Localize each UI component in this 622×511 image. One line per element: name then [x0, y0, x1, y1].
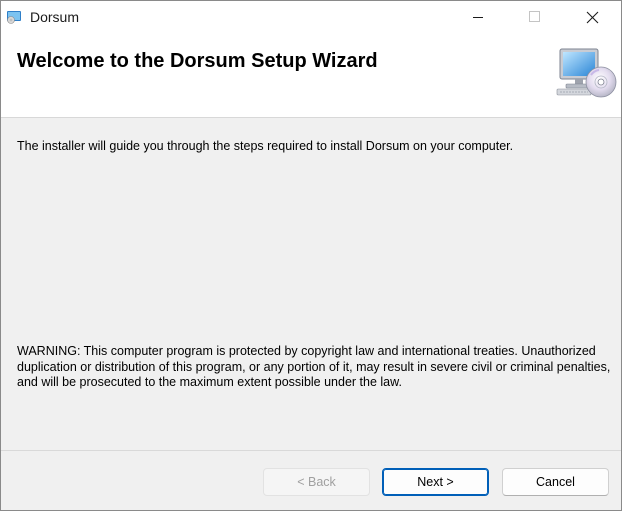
- window-title: Dorsum: [30, 9, 80, 25]
- title-bar[interactable]: Dorsum: [1, 1, 621, 33]
- computer-with-disc-icon: [553, 45, 619, 103]
- back-button: < Back: [263, 468, 370, 496]
- setup-wizard-window: Dorsum Welcome to the Dorsum Setup Wizar…: [0, 0, 622, 511]
- maximize-icon: [529, 11, 540, 22]
- cancel-button[interactable]: Cancel: [502, 468, 609, 496]
- maximize-button: [511, 1, 557, 33]
- intro-text: The installer will guide you through the…: [17, 139, 514, 153]
- wizard-header: Welcome to the Dorsum Setup Wizard: [1, 33, 621, 118]
- app-icon: [6, 9, 22, 25]
- close-icon: [586, 11, 599, 24]
- next-button[interactable]: Next >: [382, 468, 489, 496]
- page-title: Welcome to the Dorsum Setup Wizard: [17, 50, 378, 72]
- footer-divider: [1, 450, 621, 451]
- close-button[interactable]: [567, 1, 613, 33]
- minimize-button[interactable]: [455, 1, 501, 33]
- copyright-warning: WARNING: This computer program is protec…: [17, 344, 611, 389]
- minimize-icon: [473, 17, 483, 18]
